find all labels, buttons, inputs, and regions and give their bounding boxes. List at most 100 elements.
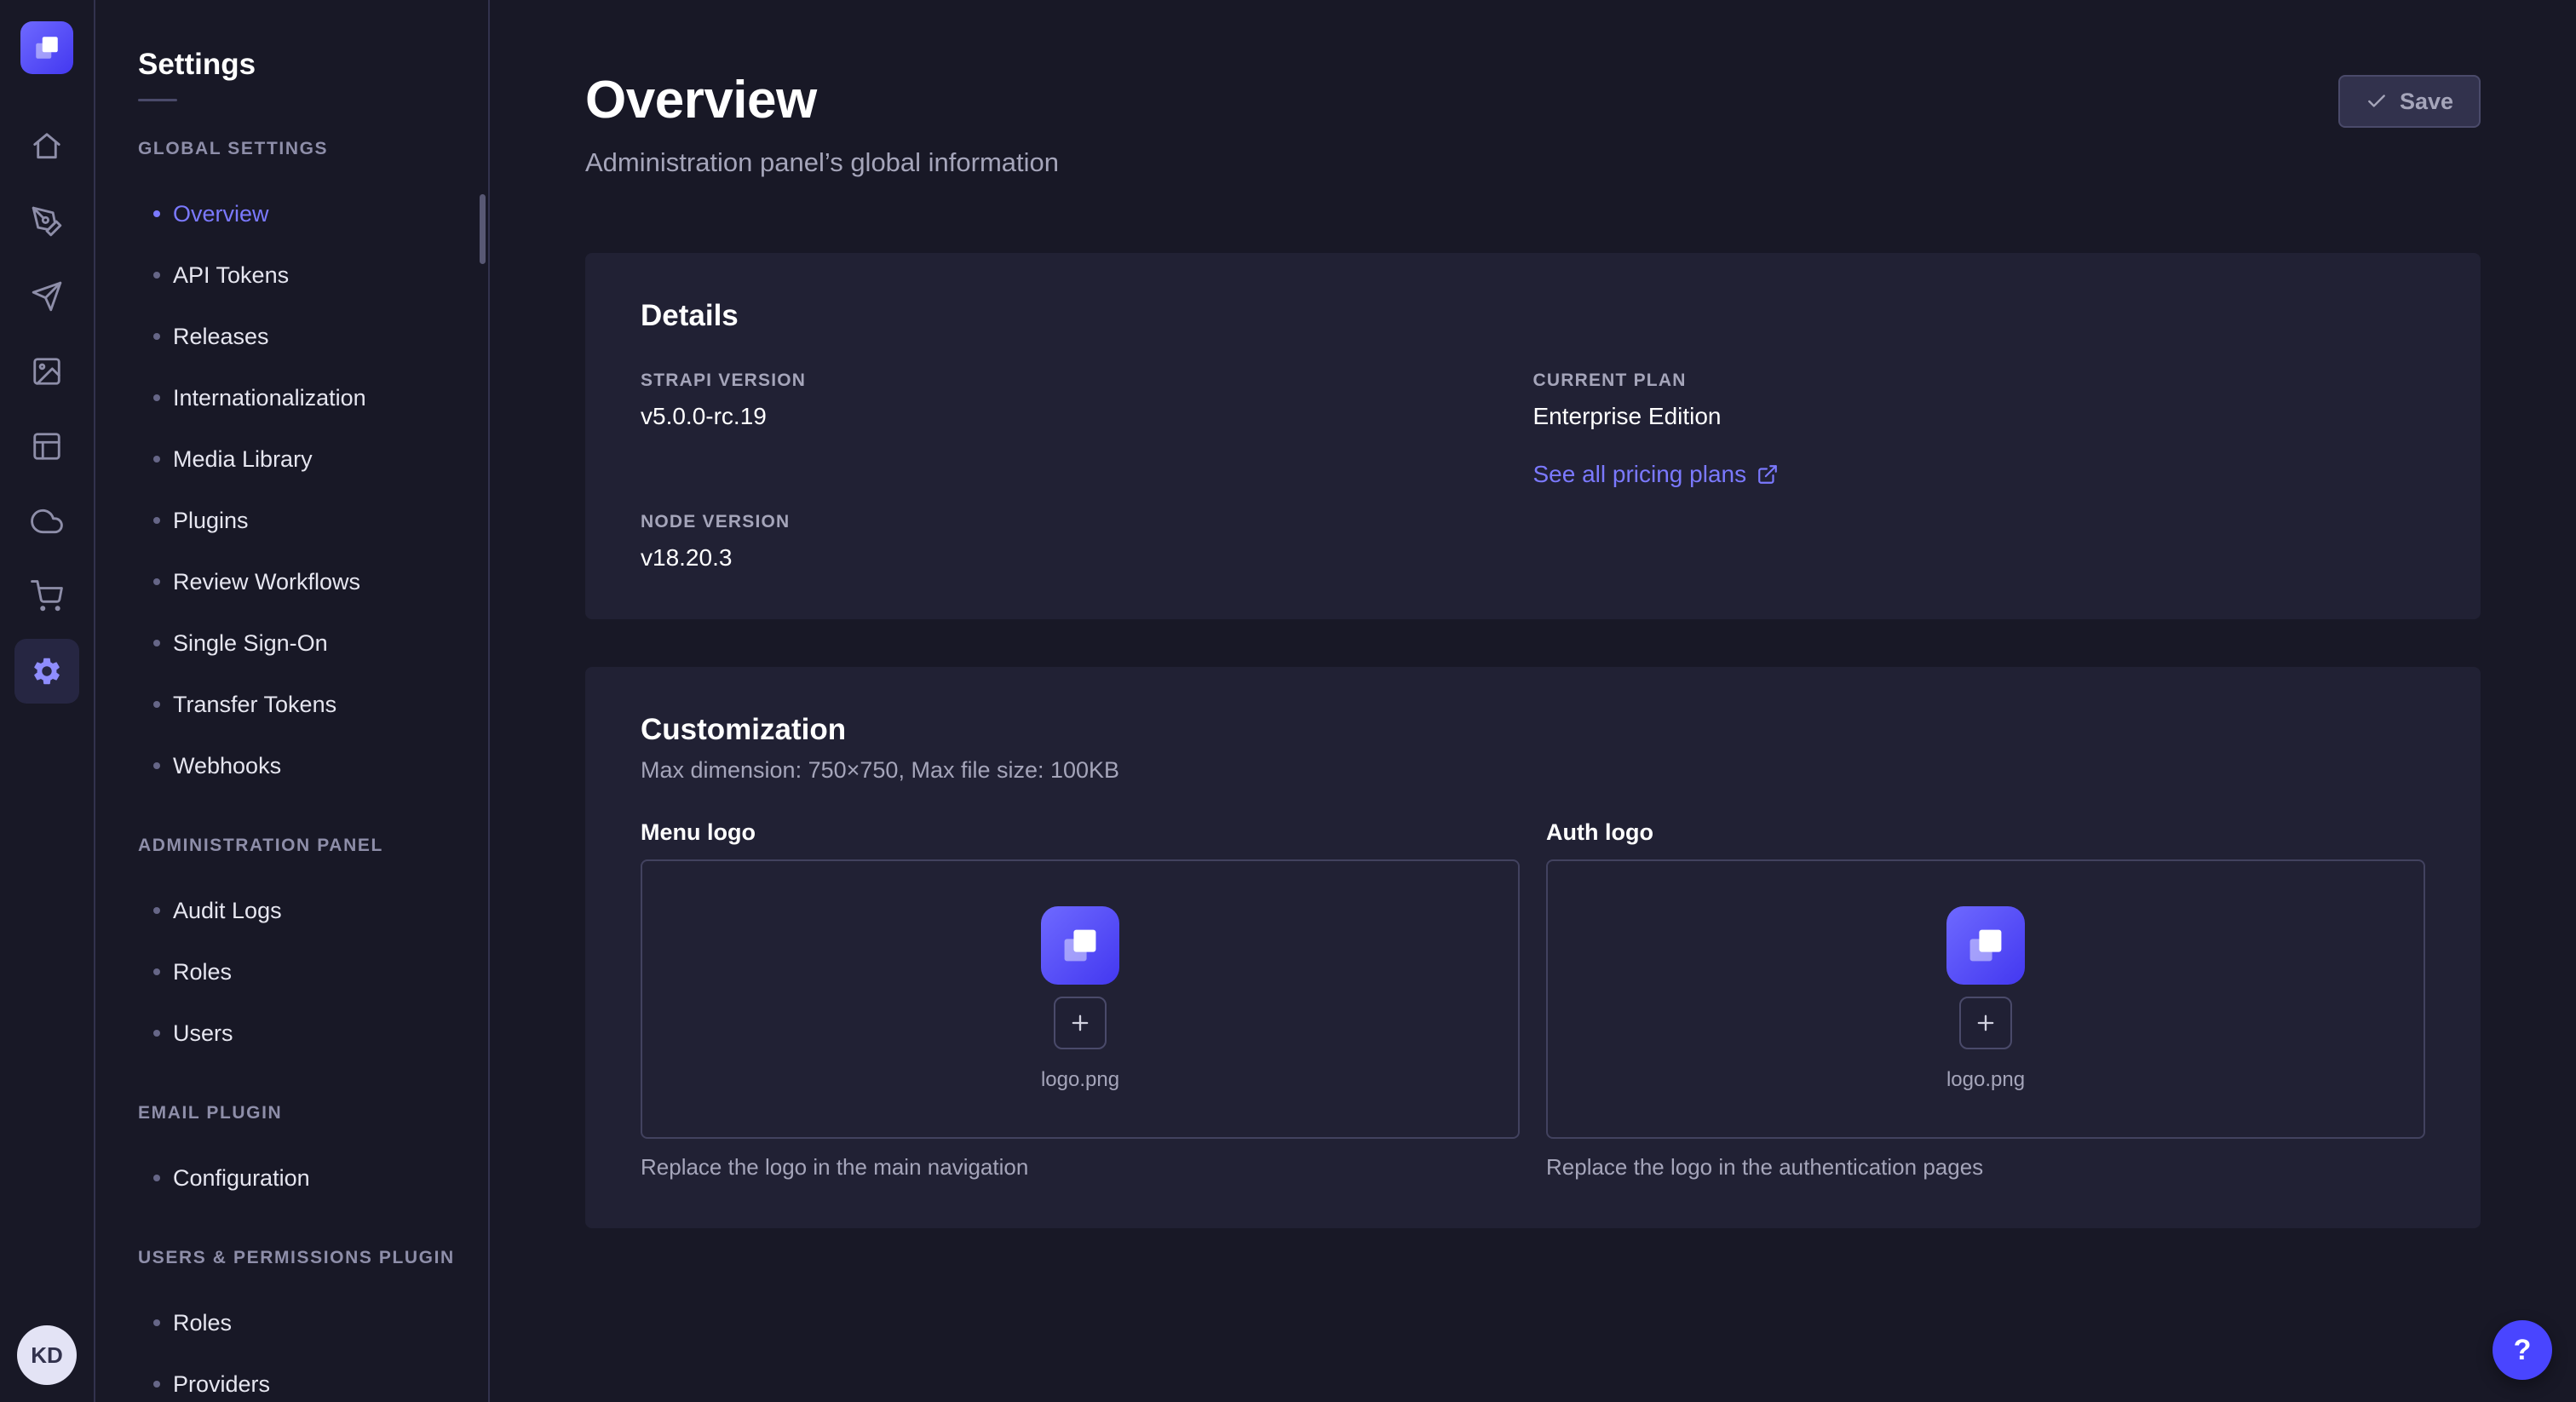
sidebar-item-single-sign-on[interactable]: Single Sign-On: [138, 612, 457, 674]
sidebar-item-admin-roles[interactable]: Roles: [138, 941, 457, 1003]
nav-item-label: Providers: [173, 1371, 270, 1398]
field-value: Enterprise Edition: [1533, 403, 2426, 430]
bullet-icon: [153, 968, 160, 975]
auth-logo-label: Auth logo: [1546, 819, 2425, 846]
menu-logo-preview: [1041, 906, 1119, 985]
nav-section-label: EMAIL PLUGIN: [138, 1103, 457, 1123]
nav-section-users-permissions-plugin: USERS & PERMISSIONS PLUGIN Roles Provide…: [138, 1248, 457, 1402]
details-left-column: STRAPI VERSION v5.0.0-rc.19 NODE VERSION…: [641, 371, 1533, 572]
sidebar-item-releases[interactable]: Releases: [138, 306, 457, 367]
pricing-plans-link[interactable]: See all pricing plans: [1533, 461, 1780, 488]
sidebar-item-media-library[interactable]: Media Library: [138, 428, 457, 490]
logo-slots: Menu logo logo.png Replac: [641, 819, 2425, 1181]
pricing-link-label: See all pricing plans: [1533, 461, 1747, 488]
paper-plane-icon[interactable]: [14, 264, 79, 329]
settings-subnav: Settings GLOBAL SETTINGS Overview API To…: [95, 0, 490, 1402]
bullet-icon: [153, 640, 160, 646]
bullet-icon: [153, 210, 160, 217]
details-card-title: Details: [641, 299, 2425, 333]
user-avatar[interactable]: KD: [17, 1325, 77, 1385]
sidebar-item-webhooks[interactable]: Webhooks: [138, 735, 457, 796]
page-subtitle: Administration panel’s global informatio…: [585, 147, 1059, 178]
auth-logo-preview: [1946, 906, 2025, 985]
sidebar-item-api-tokens[interactable]: API Tokens: [138, 244, 457, 306]
settings-nav-title: Settings: [138, 48, 457, 82]
sidebar-item-admin-users[interactable]: Users: [138, 1003, 457, 1064]
nav-item-label: Roles: [173, 959, 232, 985]
sidebar-item-transfer-tokens[interactable]: Transfer Tokens: [138, 674, 457, 735]
strapi-logo-icon: [1964, 923, 2008, 968]
nav-section-label: USERS & PERMISSIONS PLUGIN: [138, 1248, 457, 1268]
sidebar-item-up-roles[interactable]: Roles: [138, 1292, 457, 1353]
field-value: v18.20.3: [641, 544, 1533, 572]
nav-item-label: Roles: [173, 1310, 232, 1336]
main-content: Overview Administration panel’s global i…: [490, 0, 2576, 1402]
sidebar-item-audit-logs[interactable]: Audit Logs: [138, 880, 457, 941]
help-button[interactable]: ?: [2493, 1320, 2552, 1380]
save-button[interactable]: Save: [2338, 75, 2481, 128]
cloud-icon[interactable]: [14, 489, 79, 554]
add-auth-logo-button[interactable]: [1959, 997, 2012, 1049]
strapi-logo-icon: [32, 32, 62, 63]
bullet-icon: [153, 272, 160, 279]
scrollbar-thumb[interactable]: [480, 194, 486, 264]
media-library-icon[interactable]: [14, 339, 79, 404]
bullet-icon: [153, 701, 160, 708]
layout-icon[interactable]: [14, 414, 79, 479]
sidebar-item-internationalization[interactable]: Internationalization: [138, 367, 457, 428]
nav-item-label: Releases: [173, 324, 269, 350]
nav-section-label: ADMINISTRATION PANEL: [138, 836, 457, 856]
menu-logo-caption: Replace the logo in the main navigation: [641, 1154, 1520, 1181]
plus-icon: [1974, 1011, 1998, 1035]
menu-logo-dropzone[interactable]: logo.png: [641, 859, 1520, 1139]
nav-section-email-plugin: EMAIL PLUGIN Configuration: [138, 1103, 457, 1209]
marketplace-cart-icon[interactable]: [14, 564, 79, 629]
customization-card-subtitle: Max dimension: 750×750, Max file size: 1…: [641, 757, 2425, 784]
nav-section-administration-panel: ADMINISTRATION PANEL Audit Logs Roles Us…: [138, 836, 457, 1064]
field-label: NODE VERSION: [641, 512, 1533, 532]
save-label: Save: [2400, 89, 2453, 115]
sidebar-item-review-workflows[interactable]: Review Workflows: [138, 551, 457, 612]
nav-item-label: Webhooks: [173, 753, 281, 779]
home-icon[interactable]: [14, 114, 79, 179]
sidebar-item-plugins[interactable]: Plugins: [138, 490, 457, 551]
details-right-column: CURRENT PLAN Enterprise Edition See all …: [1533, 371, 2426, 572]
auth-logo-dropzone[interactable]: logo.png: [1546, 859, 2425, 1139]
bullet-icon: [153, 907, 160, 914]
check-icon: [2366, 90, 2388, 112]
bullet-icon: [153, 578, 160, 585]
strapi-version-field: STRAPI VERSION v5.0.0-rc.19: [641, 371, 1533, 430]
nav-item-label: API Tokens: [173, 262, 289, 289]
nav-item-label: Audit Logs: [173, 898, 282, 924]
nav-section-label: GLOBAL SETTINGS: [138, 139, 457, 159]
pen-icon[interactable]: [14, 189, 79, 254]
bullet-icon: [153, 517, 160, 524]
bullet-icon: [153, 1030, 160, 1037]
sidebar-item-overview[interactable]: Overview: [138, 183, 457, 244]
node-version-field: NODE VERSION v18.20.3: [641, 512, 1533, 572]
details-grid: STRAPI VERSION v5.0.0-rc.19 NODE VERSION…: [641, 371, 2425, 572]
current-plan-field: CURRENT PLAN Enterprise Edition: [1533, 371, 2426, 430]
auth-logo-caption: Replace the logo in the authentication p…: [1546, 1154, 2425, 1181]
nav-item-label: Review Workflows: [173, 569, 360, 595]
settings-gear-icon[interactable]: [14, 639, 79, 704]
title-divider: [138, 99, 177, 101]
menu-logo-filename: logo.png: [1041, 1068, 1119, 1092]
nav-item-label: Plugins: [173, 508, 249, 534]
bullet-icon: [153, 456, 160, 463]
menu-logo-label: Menu logo: [641, 819, 1520, 846]
sidebar-item-email-configuration[interactable]: Configuration: [138, 1147, 457, 1209]
sidebar-item-up-providers[interactable]: Providers: [138, 1353, 457, 1402]
page-header: Overview Administration panel’s global i…: [585, 70, 2481, 178]
nav-item-label: Single Sign-On: [173, 630, 328, 657]
app-shell: KD Settings GLOBAL SETTINGS Overview API…: [0, 0, 2576, 1402]
add-menu-logo-button[interactable]: [1054, 997, 1107, 1049]
auth-logo-slot: Auth logo logo.png Replac: [1546, 819, 2425, 1181]
field-value: v5.0.0-rc.19: [641, 403, 1533, 430]
bullet-icon: [153, 333, 160, 340]
external-link-icon: [1757, 463, 1779, 486]
strapi-logo-button[interactable]: [20, 21, 73, 74]
field-label: STRAPI VERSION: [641, 371, 1533, 391]
details-card: Details STRAPI VERSION v5.0.0-rc.19 NODE…: [585, 253, 2481, 619]
menu-logo-slot: Menu logo logo.png Replac: [641, 819, 1520, 1181]
